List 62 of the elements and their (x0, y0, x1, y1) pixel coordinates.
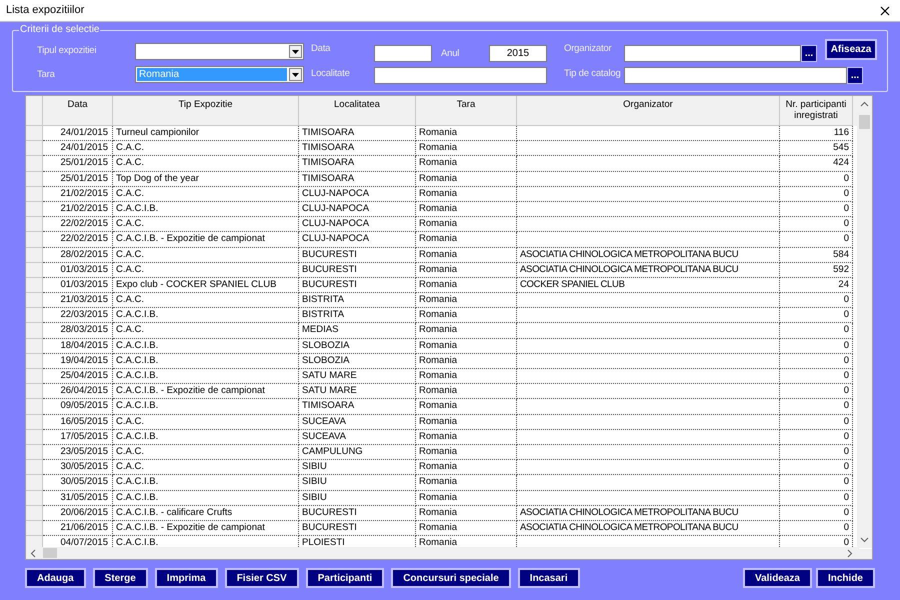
window-title: Lista expozitiilor (6, 3, 84, 18)
row-header[interactable] (26, 126, 43, 142)
row-header[interactable] (26, 323, 43, 339)
scroll-left-icon[interactable] (30, 549, 36, 558)
row-header[interactable] (26, 278, 43, 294)
dropdown-arrow-icon (292, 72, 299, 76)
browse-button[interactable]: ... (847, 67, 863, 84)
field-label: Data (311, 43, 330, 55)
browse-button[interactable]: ... (801, 45, 817, 62)
row-header[interactable] (26, 399, 43, 415)
input-field[interactable] (374, 67, 547, 84)
input-field[interactable] (624, 67, 847, 84)
input-field[interactable] (624, 45, 801, 62)
action-button[interactable]: Fisier CSV (224, 568, 299, 588)
show-button[interactable]: Afiseaza (825, 39, 877, 60)
dropdown-arrow-icon (292, 50, 299, 54)
field-label: Tipul expozitiei (37, 45, 96, 57)
row-header[interactable] (26, 506, 43, 521)
input-field[interactable] (374, 45, 432, 62)
field-label: Organizator (564, 43, 612, 55)
row-header[interactable] (26, 444, 43, 460)
row-header[interactable] (26, 293, 43, 308)
action-button[interactable]: Concursuri speciale (391, 568, 511, 588)
row-header[interactable] (26, 369, 43, 384)
row-header[interactable] (26, 217, 43, 232)
scroll-thumb[interactable] (859, 115, 870, 129)
dropdown[interactable] (135, 43, 304, 60)
scroll-right-icon[interactable] (847, 549, 853, 558)
input-field[interactable]: 2015 (489, 45, 547, 62)
row-header[interactable] (26, 156, 43, 172)
row-header[interactable] (26, 460, 43, 476)
row-header[interactable] (26, 186, 43, 202)
row-header[interactable] (26, 338, 43, 354)
action-button[interactable]: Adauga (25, 568, 86, 588)
action-button[interactable]: Incasari (518, 568, 580, 588)
action-button[interactable]: Valideaza (742, 568, 812, 588)
row-header[interactable] (26, 490, 43, 506)
row-header[interactable] (26, 520, 43, 536)
row-header[interactable] (26, 262, 43, 278)
row-header[interactable] (26, 354, 43, 369)
row-header[interactable] (26, 384, 43, 400)
row-header[interactable] (26, 475, 43, 490)
row-header[interactable] (26, 232, 43, 248)
row-header[interactable] (26, 430, 43, 445)
action-button[interactable]: Sterge (92, 568, 148, 588)
scroll-down-icon[interactable] (860, 537, 869, 543)
row-header[interactable] (26, 141, 43, 156)
row-header[interactable] (26, 414, 43, 430)
action-button[interactable]: Inchide (816, 568, 875, 588)
scroll-up-icon[interactable] (860, 101, 869, 107)
row-header[interactable] (26, 202, 43, 218)
row-header[interactable] (26, 172, 43, 187)
row-header[interactable] (26, 248, 43, 263)
action-button[interactable]: Participanti (306, 568, 384, 588)
scroll-thumb[interactable] (43, 548, 57, 558)
action-button[interactable]: Imprima (154, 568, 218, 588)
row-header[interactable] (26, 308, 43, 324)
field-label: Anul (441, 48, 460, 60)
close-icon[interactable] (880, 6, 890, 16)
field-label: Tip de catalog (564, 68, 621, 80)
field-label: Localitate (311, 68, 350, 80)
field-label: Tara (37, 69, 55, 81)
